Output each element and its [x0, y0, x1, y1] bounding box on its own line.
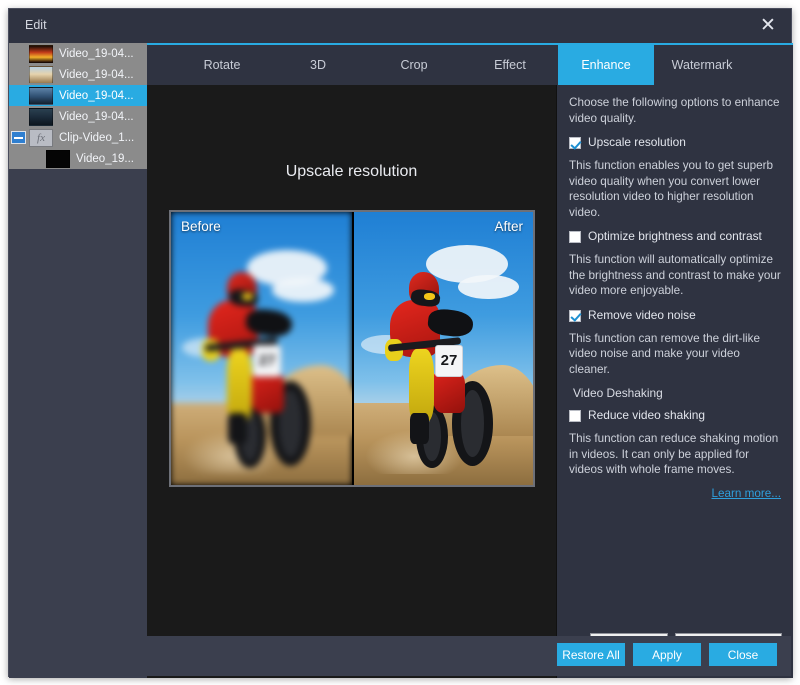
checkbox-upscale-resolution[interactable]: Upscale resolution — [569, 135, 781, 149]
dialog-footer: Restore All Apply Close — [9, 636, 791, 676]
tab-bar: Rotate3DCropEffectEnhanceWatermark — [147, 43, 793, 85]
apply-button[interactable]: Apply — [633, 643, 701, 666]
clip-thumbnail — [29, 87, 53, 105]
clip-thumbnail — [29, 108, 53, 126]
checkbox-remove-video-noise[interactable]: Remove video noise — [569, 308, 781, 322]
reduce-video-shaking-description: This function can reduce shaking motion … — [569, 431, 781, 478]
clip-list-item[interactable]: Video_19-04... — [9, 85, 147, 106]
tab-crop[interactable]: Crop — [366, 45, 462, 85]
clip-list-item[interactable]: Video_19-04... — [9, 43, 147, 64]
clip-list-item[interactable]: Video_19-04... — [9, 64, 147, 85]
option-description: This function will automatically optimiz… — [569, 252, 781, 299]
checkbox-optimize-brightness-and-contrast[interactable]: Optimize brightness and contrast — [569, 229, 781, 243]
preview-title: Upscale resolution — [147, 163, 556, 181]
footer-button-group: Restore All Apply Close — [557, 643, 777, 666]
tab-3d[interactable]: 3D — [270, 45, 366, 85]
clip-label: Video_19-04... — [59, 48, 134, 60]
before-scene: 27 — [171, 212, 352, 485]
clip-label: Video_19... — [76, 153, 134, 165]
tab-enhance[interactable]: Enhance — [558, 45, 654, 85]
before-after-comparison: 27 Before — [169, 210, 535, 487]
clip-label: Video_19-04... — [59, 90, 134, 102]
checkbox-label: Remove video noise — [588, 308, 696, 322]
learn-more-link[interactable]: Learn more... — [569, 487, 781, 500]
options-list: Upscale resolution This function enables … — [569, 135, 781, 377]
enhance-options-panel: Choose the following options to enhance … — [557, 85, 793, 678]
title-bar: Edit ✕ — [9, 9, 791, 43]
preview-pane: Upscale resolution — [147, 85, 557, 678]
before-label: Before — [181, 219, 221, 234]
clip-label: Video_19-04... — [59, 69, 134, 81]
clip-thumbnail — [46, 150, 70, 168]
clip-thumbnail: fx — [29, 129, 53, 147]
edit-dialog: Edit ✕ Video_19-04...Video_19-04...Video… — [8, 8, 792, 677]
close-button[interactable]: Close — [709, 643, 777, 666]
clip-list-sidebar[interactable]: Video_19-04... Video_19-04... Video_19-04.… — [9, 43, 147, 678]
collapse-icon[interactable] — [11, 131, 26, 144]
option-description: This function can remove the dirt-like v… — [569, 331, 781, 378]
options-intro: Choose the following options to enhance … — [569, 95, 781, 126]
checkbox-label: Reduce video shaking — [588, 408, 705, 422]
editor-area: Rotate3DCropEffectEnhanceWatermark Upsca… — [147, 43, 793, 678]
rider-figure: 27 — [200, 272, 327, 474]
restore-all-button[interactable]: Restore All — [557, 643, 625, 666]
tab-effect[interactable]: Effect — [462, 45, 558, 85]
clip-thumbnail — [29, 45, 53, 63]
checkbox-box[interactable] — [569, 137, 581, 149]
video-deshaking-title: Video Deshaking — [573, 386, 781, 400]
checkbox-box[interactable] — [569, 231, 581, 243]
bike-number: 27 — [435, 345, 463, 377]
page-title: Edit — [25, 18, 47, 32]
checkbox-box[interactable] — [569, 410, 581, 422]
clip-thumbnail — [29, 66, 53, 84]
clip-label: Video_19-04... — [59, 111, 134, 123]
after-image: 27 After — [352, 212, 533, 485]
clip-label: Clip-Video_1... — [59, 132, 134, 144]
clip-list-item[interactable]: fx Clip-Video_1... — [9, 127, 147, 148]
bike-number: 27 — [253, 345, 281, 377]
clip-list-item[interactable]: Video_19... — [9, 148, 147, 169]
close-icon[interactable]: ✕ — [753, 13, 783, 39]
tab-watermark[interactable]: Watermark — [654, 45, 750, 85]
checkbox-box[interactable] — [569, 310, 581, 322]
rider-figure: 27 — [383, 272, 508, 474]
checkbox-label: Optimize brightness and contrast — [588, 229, 762, 243]
after-label: After — [494, 219, 523, 234]
tab-rotate[interactable]: Rotate — [174, 45, 270, 85]
option-description: This function enables you to get superb … — [569, 158, 781, 220]
checkbox-reduce-video-shaking[interactable]: Reduce video shaking — [569, 408, 781, 422]
checkbox-label: Upscale resolution — [588, 135, 686, 149]
before-image: 27 Before — [171, 212, 352, 485]
clip-list-item[interactable]: Video_19-04... — [9, 106, 147, 127]
after-scene: 27 — [354, 212, 533, 485]
